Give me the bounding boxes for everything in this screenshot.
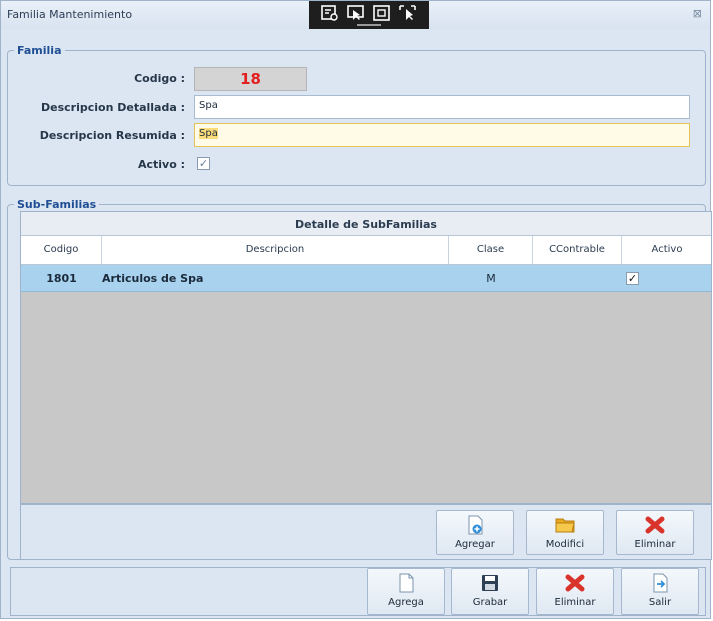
window-title: Familia Mantenimiento (7, 8, 133, 21)
column-header-clase[interactable]: Clase (449, 236, 533, 264)
grabar-button[interactable]: Grabar (451, 568, 529, 615)
subfamilias-button-bar: Agregar Modifici Eliminar (20, 504, 712, 560)
eliminar-sub-button[interactable]: Eliminar (616, 510, 694, 555)
agrega-label: Agrega (388, 597, 424, 608)
modificar-button[interactable]: Modifici (526, 510, 604, 555)
cell-ccontrable (533, 265, 622, 291)
activo-label: Activo : (137, 158, 185, 171)
frame-icon[interactable] (373, 5, 391, 21)
codigo-field: 18 (194, 67, 307, 91)
grid-header: Codigo Descripcion Clase CContrable Acti… (21, 236, 711, 265)
eliminar-button[interactable]: Eliminar (536, 568, 614, 615)
eliminar-label: Eliminar (554, 597, 596, 608)
salir-label: Salir (648, 597, 672, 608)
subfamilias-grid: Detalle de SubFamilias Codigo Descripcio… (20, 211, 712, 504)
screen-capture-icon[interactable] (321, 5, 339, 21)
descripcion-detallada-input[interactable]: Spa (194, 95, 690, 119)
delete-icon (565, 574, 585, 592)
save-icon (482, 575, 498, 591)
activo-checkbox[interactable]: ✓ (197, 157, 210, 170)
cell-descripcion: Articulos de Spa (102, 272, 204, 285)
column-header-ccontrable[interactable]: CContrable (533, 236, 622, 264)
cell-activo-checkbox[interactable]: ✓ (626, 272, 639, 285)
familia-legend: Familia (17, 44, 62, 57)
table-row[interactable]: 1801 Articulos de Spa M ✓ (21, 265, 711, 292)
overlay-toolbar (309, 1, 429, 29)
exit-icon (653, 573, 668, 593)
grabar-label: Grabar (472, 597, 508, 608)
salir-button[interactable]: Salir (621, 568, 699, 615)
column-header-descripcion[interactable]: Descripcion (102, 236, 449, 264)
close-button[interactable]: ⊠ (693, 7, 702, 20)
folder-icon (555, 518, 575, 533)
agregar-label: Agregar (455, 539, 495, 550)
column-header-activo[interactable]: Activo (622, 236, 712, 264)
descripcion-resumida-input[interactable]: Spa (194, 123, 690, 147)
add-page-icon (468, 515, 483, 535)
cell-codigo: 1801 (46, 272, 77, 285)
descripcion-detallada-label: Descripcion Detallada : (41, 101, 185, 114)
toolbar-grip[interactable] (357, 24, 381, 26)
pointer-icon[interactable] (347, 5, 365, 21)
delete-icon (645, 516, 665, 534)
codigo-label: Codigo : (134, 72, 185, 85)
subfamilias-legend: Sub-Familias (17, 198, 97, 211)
descripcion-resumida-value: Spa (199, 128, 218, 139)
familia-mantenimiento-window: Familia Mantenimiento ⊠ Familia Codigo :… (0, 0, 712, 619)
agregar-button[interactable]: Agregar (436, 510, 514, 555)
descripcion-resumida-label: Descripcion Resumida : (39, 129, 185, 142)
column-header-codigo[interactable]: Codigo (21, 236, 102, 264)
cursor-selection-icon[interactable] (399, 5, 417, 21)
new-document-icon (399, 573, 414, 593)
eliminar-sub-label: Eliminar (634, 539, 676, 550)
modificar-label: Modifici (545, 539, 585, 550)
agrega-button[interactable]: Agrega (367, 568, 445, 615)
cell-clase: M (486, 272, 496, 285)
main-button-bar: Agrega Grabar Eliminar Salir (10, 567, 706, 616)
grid-caption: Detalle de SubFamilias (21, 212, 711, 236)
